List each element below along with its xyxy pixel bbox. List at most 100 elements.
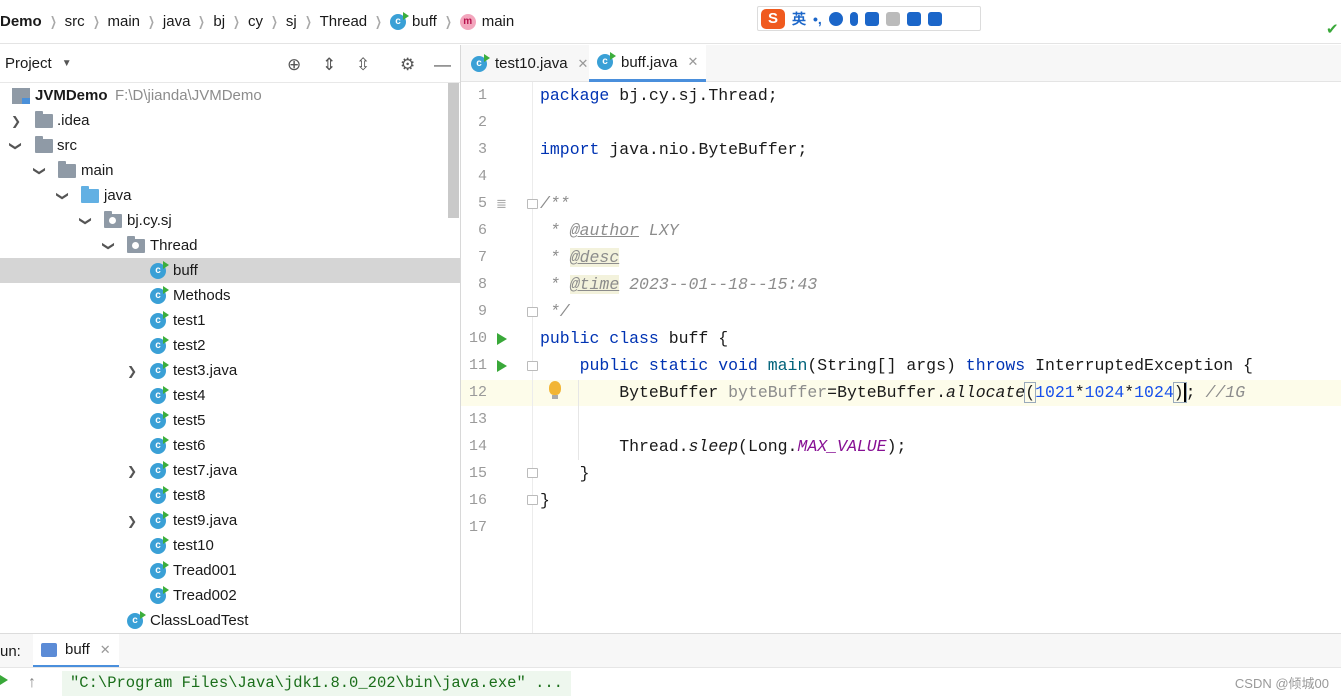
tree-item-tread002[interactable]: c Tread002 bbox=[0, 583, 460, 608]
fold-icon[interactable] bbox=[527, 361, 538, 371]
tree-item-methods[interactable]: c Methods bbox=[0, 283, 460, 308]
breadcrumb-cy[interactable]: cy bbox=[242, 13, 269, 30]
class-icon: c bbox=[471, 53, 490, 72]
tree-item-test10[interactable]: c test10 bbox=[0, 533, 460, 558]
close-icon[interactable]: ✕ bbox=[578, 56, 589, 72]
code-line-7[interactable]: * @desc bbox=[540, 247, 620, 269]
project-panel-title[interactable]: Project bbox=[5, 55, 52, 72]
code-line-15[interactable]: } bbox=[540, 463, 590, 485]
tree-item-tread001[interactable]: c Tread001 bbox=[0, 558, 460, 583]
code-line-9[interactable]: */ bbox=[540, 301, 570, 323]
line-number: 12 bbox=[468, 384, 487, 401]
tree-item-test1[interactable]: c test1 bbox=[0, 308, 460, 333]
tree-item-idea[interactable]: ❯ .idea bbox=[0, 108, 460, 133]
minimize-icon[interactable]: — bbox=[434, 56, 451, 73]
fold-icon[interactable] bbox=[527, 307, 538, 317]
tree-item-buff[interactable]: c buff bbox=[0, 258, 460, 283]
breadcrumb-buff[interactable]: buff bbox=[406, 13, 443, 30]
code-line-1[interactable]: package bj.cy.sj.Thread; bbox=[540, 85, 778, 107]
fold-icon[interactable] bbox=[527, 468, 538, 478]
breadcrumb-java[interactable]: java bbox=[157, 13, 197, 30]
tree-item-test8[interactable]: c test8 bbox=[0, 483, 460, 508]
breadcrumb-src[interactable]: src bbox=[59, 13, 91, 30]
breadcrumb-sj[interactable]: sj bbox=[280, 13, 303, 30]
run-class-icon[interactable] bbox=[497, 333, 507, 345]
breadcrumb-main[interactable]: main bbox=[102, 13, 147, 30]
code-line-16[interactable]: } bbox=[540, 490, 550, 512]
ime-toolbar[interactable]: S 英 •, bbox=[757, 6, 981, 31]
code-line-3[interactable]: import java.nio.ByteBuffer; bbox=[540, 139, 807, 161]
user-icon[interactable] bbox=[885, 11, 900, 26]
tree-item-test3[interactable]: ❯ c test3.java bbox=[0, 358, 460, 383]
gear-icon[interactable]: ⚙ bbox=[400, 56, 415, 73]
chevron-right-icon[interactable]: ❯ bbox=[126, 464, 138, 478]
ime-punctuation[interactable]: •, bbox=[813, 11, 822, 27]
code-line-12[interactable]: ByteBuffer byteBuffer=ByteBuffer.allocat… bbox=[540, 382, 1245, 404]
code-line-10[interactable]: public class buff { bbox=[540, 328, 728, 350]
tree-item-test9[interactable]: ❯ c test9.java bbox=[0, 508, 460, 533]
tree-item-test2[interactable]: c test2 bbox=[0, 333, 460, 358]
microphone-icon[interactable] bbox=[849, 11, 858, 26]
run-panel-header: un: buff ✕ bbox=[0, 633, 1341, 668]
chevron-down-icon[interactable]: ❯ bbox=[102, 240, 116, 252]
fold-icon[interactable] bbox=[527, 199, 538, 209]
chevron-down-icon[interactable]: ❯ bbox=[33, 165, 47, 177]
class-icon: c bbox=[150, 485, 169, 504]
tree-item-src[interactable]: ❯ src bbox=[0, 133, 460, 158]
keyboard-icon[interactable] bbox=[864, 11, 879, 26]
chevron-right-icon[interactable]: ❯ bbox=[10, 114, 22, 128]
tab-buff[interactable]: c buff.java ✕ bbox=[589, 45, 707, 82]
grid-icon[interactable] bbox=[927, 11, 942, 26]
code-line-6[interactable]: * @author LXY bbox=[540, 220, 679, 242]
tree-item-test7[interactable]: ❯ c test7.java bbox=[0, 458, 460, 483]
tree-item-package[interactable]: ❯ bj.cy.sj bbox=[0, 208, 460, 233]
breadcrumb-bj[interactable]: bj bbox=[207, 13, 231, 30]
rerun-icon[interactable] bbox=[0, 675, 8, 685]
close-icon[interactable]: ✕ bbox=[100, 642, 111, 658]
chevron-down-icon[interactable]: ❯ bbox=[79, 215, 93, 227]
tab-label: test10.java bbox=[495, 55, 568, 72]
code-line-5[interactable]: /** bbox=[540, 193, 570, 215]
chevron-right-icon[interactable]: ❯ bbox=[126, 364, 138, 378]
render-doc-icon[interactable]: ≣ bbox=[496, 196, 507, 212]
arrow-up-icon[interactable]: ↑ bbox=[28, 674, 36, 692]
line-number: 11 bbox=[468, 357, 487, 374]
ime-language[interactable]: 英 bbox=[792, 9, 806, 29]
tree-item-thread[interactable]: ❯ Thread bbox=[0, 233, 460, 258]
close-icon[interactable]: ✕ bbox=[687, 54, 698, 70]
fold-icon[interactable] bbox=[527, 495, 538, 505]
console-command-line[interactable]: "C:\Program Files\Java\jdk1.8.0_202\bin\… bbox=[62, 671, 571, 696]
chevron-down-icon[interactable]: ▼ bbox=[62, 58, 72, 69]
code-line-8[interactable]: * @time 2023--01--18--15:43 bbox=[540, 274, 817, 296]
tree-item-test4[interactable]: c test4 bbox=[0, 383, 460, 408]
tree-scrollbar[interactable] bbox=[448, 83, 459, 218]
console-output[interactable]: ↑ "C:\Program Files\Java\jdk1.8.0_202\bi… bbox=[0, 667, 1341, 698]
code-line-11[interactable]: public static void main(String[] args) t… bbox=[540, 355, 1253, 377]
line-number: 17 bbox=[468, 519, 487, 536]
run-tab-buff[interactable]: buff ✕ bbox=[33, 634, 119, 668]
tab-test10[interactable]: c test10.java ✕ bbox=[463, 45, 596, 82]
module-icon bbox=[12, 87, 30, 104]
tree-item-main[interactable]: ❯ main bbox=[0, 158, 460, 183]
tree-item-test5[interactable]: c test5 bbox=[0, 408, 460, 433]
breadcrumb-project[interactable]: Demo bbox=[0, 13, 48, 30]
chevron-down-icon[interactable]: ❯ bbox=[9, 140, 23, 152]
code-line-14[interactable]: Thread.sleep(Long.MAX_VALUE); bbox=[540, 436, 906, 458]
tree-item-label: test7.java bbox=[173, 462, 238, 479]
shirt-icon[interactable] bbox=[906, 11, 921, 26]
tree-item-classloadtest[interactable]: c ClassLoadTest bbox=[0, 608, 460, 632]
breadcrumb-main-method[interactable]: main bbox=[476, 13, 521, 30]
breadcrumb-thread[interactable]: Thread bbox=[314, 13, 374, 30]
locate-icon[interactable]: ⊕ bbox=[287, 56, 301, 73]
tree-item-test6[interactable]: c test6 bbox=[0, 433, 460, 458]
run-main-icon[interactable] bbox=[497, 360, 507, 372]
emoji-icon[interactable] bbox=[828, 11, 843, 26]
tree-item-label: src bbox=[57, 137, 77, 154]
chevron-down-icon[interactable]: ❯ bbox=[56, 190, 70, 202]
collapse-all-icon[interactable]: ⇳ bbox=[356, 56, 370, 73]
chevron-right-icon[interactable]: ❯ bbox=[126, 514, 138, 528]
expand-all-icon[interactable]: ⇕ bbox=[322, 56, 336, 73]
tree-item-java[interactable]: ❯ java bbox=[0, 183, 460, 208]
tree-item-jvmdemo[interactable]: JVMDemo F:\D\jianda\JVMDemo bbox=[0, 83, 460, 108]
gutter-separator bbox=[532, 82, 533, 633]
